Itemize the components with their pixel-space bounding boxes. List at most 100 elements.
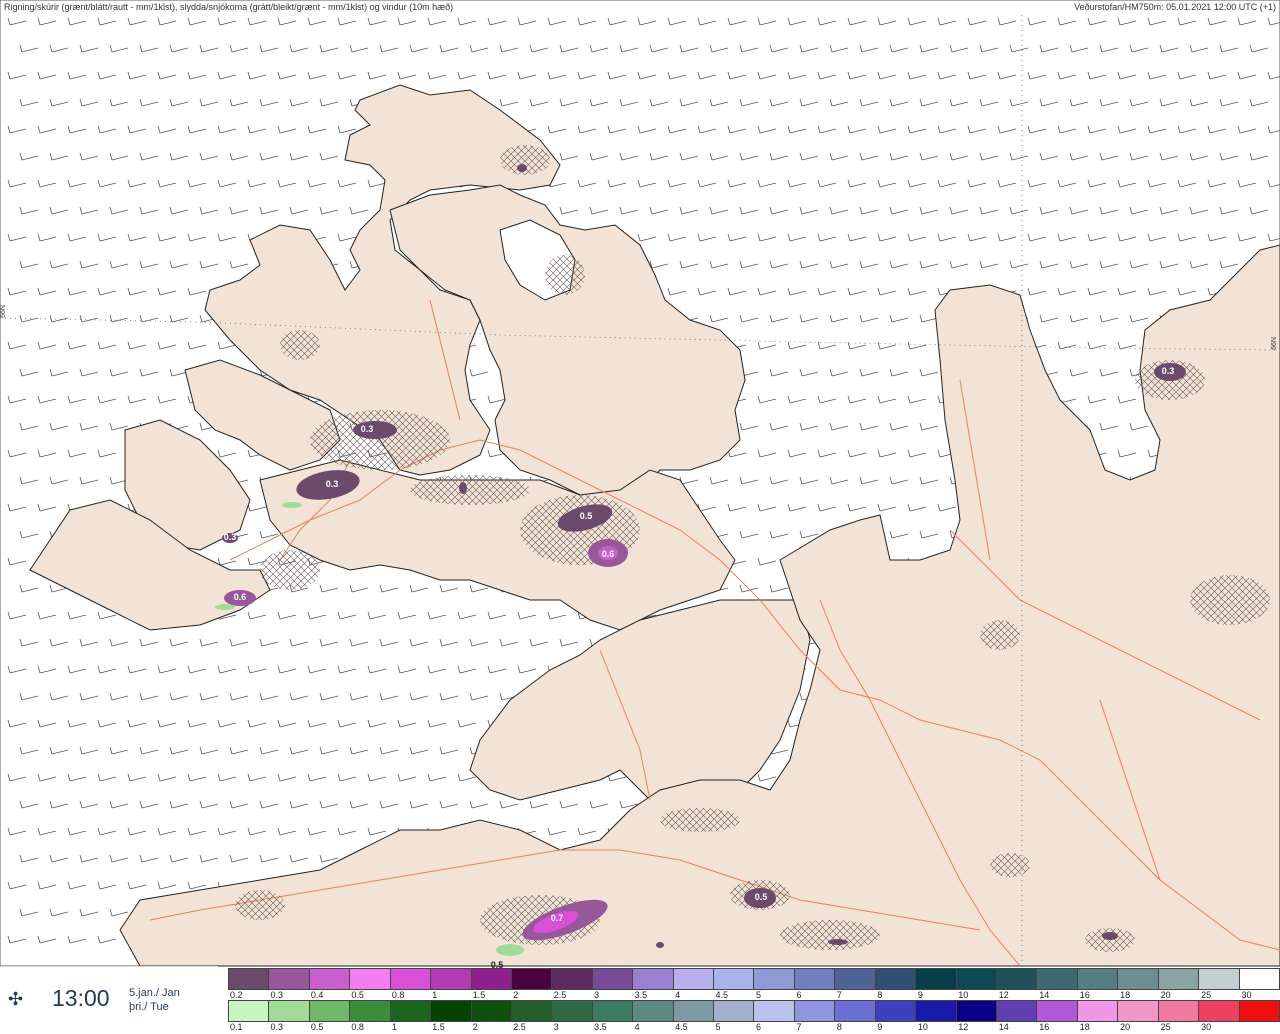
legend-label: 16 [1079,990,1090,1000]
legend-swatch [390,1001,432,1021]
latitude-label-right: 66N [1270,337,1278,350]
legend-label: 0.8 [391,990,405,1000]
legend-swatch [875,1001,917,1021]
rain-legend-labels: 0.1 0.3 0.5 0.8 1 1.5 2 2.5 3 3.5 4 4.5 5 6 7 8 9 10 12 14 1… [228,1022,1280,1034]
legend-swatch [997,969,1038,989]
legend-label: 0.4 [310,990,324,1000]
legend-swatch [633,969,674,989]
legend-label: 4 [675,990,681,1000]
legend-label: 10 [958,990,969,1000]
precip-value-label: 0.6 [234,592,247,602]
legend-label: 18 [1120,990,1131,1000]
legend-swatch [552,969,593,989]
map-source: Veðurstofan/HM750m: 05.01.2021 12:00 UTC… [1074,2,1276,12]
legend-swatch [673,969,715,989]
legend-label: 25 [1201,990,1212,1000]
legend-label: 0.2 [230,990,243,1000]
legend-label: 14 [998,1022,1009,1032]
legend-swatch [471,969,512,989]
snow-legend: 0.2 0.3 0.4 0.5 0.8 1 1.5 2 2.5 3 3.5 4 4.5 5 6 7 8 9 10 12… [228,968,1280,1002]
legend-swatch [956,969,998,989]
legend-label: 1.5 [432,1022,445,1032]
legend-swatch [673,1001,715,1021]
legend-label: 0.5 [310,1022,324,1032]
legend-swatch [916,1001,957,1021]
legend-swatch [956,1001,998,1021]
legend-label: 4.5 [715,990,729,1000]
rain-legend: 0.1 0.3 0.5 0.8 1 1.5 2 2.5 3 3.5 4 4.5 5 6 7 8 9 10 12 14 1… [228,1000,1280,1034]
legend-swatch [390,969,432,989]
legend-label: 3 [594,990,600,1000]
weather-map: 0.3 0.3 0.3 0.6 0.5 0.6 0.3 0.5 0.7 0.5 [0,0,1280,1030]
legend-swatch [309,969,351,989]
legend-swatch [229,969,270,989]
legend-swatch [1158,969,1200,989]
legend-swatch [269,1001,310,1021]
legend-swatch [1037,1001,1078,1021]
legend-label: 5 [756,990,762,1000]
legend-swatch [875,969,917,989]
legend-swatch [997,1001,1038,1021]
legend-swatch [592,969,634,989]
legend-label: 25 [1160,1022,1171,1032]
legend-label: 14 [1039,990,1050,1000]
legend-swatch [794,969,836,989]
legend-swatch [229,1001,270,1021]
legend-swatch [633,1001,674,1021]
legend-swatch [431,969,472,989]
legend-swatch [1077,969,1119,989]
precip-value-label: 0.5 [755,892,768,902]
legend-swatch [350,969,391,989]
legend-swatch [350,1001,391,1021]
date-line-2: þri./ Tue [129,1001,169,1013]
precip-value-label: 0.3 [326,479,339,489]
legend-swatch [835,1001,876,1021]
legend-swatch [1199,1001,1240,1021]
legend-swatch [754,969,795,989]
latitude-label-left: 66N [0,305,7,318]
legend-swatch [1239,1001,1280,1021]
legend-label: 6 [796,990,802,1000]
legend-swatch [754,1001,795,1021]
legend-label: 12 [998,990,1009,1000]
legend-label: 20 [1160,990,1171,1000]
legend-label: 9 [877,1022,883,1032]
map-title: Rigning/skúrir (grænt/blátt/rautt - mm/1… [4,2,454,12]
precip-value-label: 0.6 [602,549,615,559]
legend-swatch [269,969,310,989]
precip-value-label: 0.3 [361,424,374,434]
legend-swatch [835,969,876,989]
legend-label: 30 [1241,990,1252,1000]
legend-swatch [511,969,553,989]
legend-label: 1 [432,990,438,1000]
legend-label: 2 [472,1022,478,1032]
time-value: 13:00 [52,985,110,1011]
legend-label: 10 [917,1022,928,1032]
legend-label: 0.5 [351,990,364,1000]
legend-label: 3.5 [634,990,648,1000]
legend-swatch [309,1001,351,1021]
legend-label: 20 [1120,1022,1131,1032]
legend-label: 0.3 [270,1022,283,1032]
legend-swatch [1199,969,1240,989]
legend-label: 3.5 [594,1022,607,1032]
precip-value-label: 0.3 [224,532,237,542]
legend-swatch [916,969,957,989]
legend-label: 7 [836,990,842,1000]
rain-legend-swatches [228,1000,1280,1022]
legend-label: 2.5 [513,1022,526,1032]
legend-swatch [592,1001,634,1021]
legend-label: 30 [1201,1022,1212,1032]
legend-label: 2 [513,990,519,1000]
legend-label: 3 [553,1022,559,1032]
legend-label: 0.8 [351,1022,364,1032]
legend-label: 2.5 [553,990,567,1000]
legend-label: 7 [796,1022,802,1032]
legend-swatch [714,1001,755,1021]
move-icon[interactable]: ✣ [8,989,23,1010]
legend-label: 4.5 [675,1022,688,1032]
legend-label: 12 [958,1022,969,1032]
legend-label: 0.1 [230,1022,243,1032]
legend-label: 8 [836,1022,842,1032]
legend-label: 1 [391,1022,397,1032]
